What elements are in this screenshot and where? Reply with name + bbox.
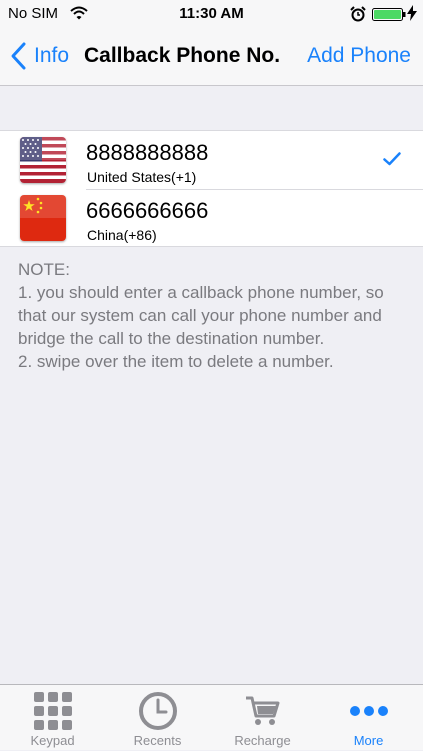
cart-icon — [210, 690, 315, 732]
note-line-1: 1. you should enter a callback phone num… — [18, 283, 389, 348]
phone-list: 8888888888 United States(+1) 6666666666 … — [0, 130, 423, 247]
tab-bar: Keypad Recents Recharge More — [0, 684, 423, 750]
status-bar: No SIM 11:30 AM — [0, 0, 423, 28]
phone-country: China(+86) — [87, 227, 157, 243]
note-text: NOTE: 1. you should enter a callback pho… — [18, 258, 413, 373]
phone-number: 6666666666 — [86, 198, 209, 223]
china-flag-icon — [20, 195, 66, 241]
keypad-icon — [0, 690, 105, 732]
navigation-bar: Info Callback Phone No. Add Phone — [0, 28, 423, 86]
top-bar: No SIM 11:30 AM Info Callback Phone No. … — [0, 0, 423, 86]
tab-recharge-label: Recharge — [234, 733, 291, 748]
note-line-2: 2. swipe over the item to delete a numbe… — [18, 352, 334, 371]
checkmark-icon — [383, 152, 401, 171]
page-title: Callback Phone No. — [84, 44, 281, 67]
tab-recharge[interactable]: Recharge — [210, 685, 315, 751]
tab-keypad[interactable]: Keypad — [0, 685, 105, 751]
alarm-clock-icon — [350, 6, 366, 27]
back-button[interactable]: Info — [10, 41, 69, 71]
us-flag-icon — [20, 137, 66, 183]
note-title: NOTE: — [18, 260, 70, 279]
phone-list-item[interactable]: 8888888888 United States(+1) — [0, 131, 423, 190]
back-button-label: Info — [34, 44, 70, 67]
tab-more-label: More — [353, 733, 384, 748]
clock-icon — [105, 690, 210, 732]
phone-number: 8888888888 — [86, 140, 209, 165]
phone-list-item[interactable]: 6666666666 China(+86) — [0, 189, 423, 247]
tab-recents-label: Recents — [133, 733, 182, 748]
tab-keypad-label: Keypad — [30, 733, 75, 748]
tab-more[interactable]: More — [316, 685, 421, 751]
more-icon — [316, 690, 421, 732]
tab-recents[interactable]: Recents — [105, 685, 210, 751]
chevron-left-icon — [10, 41, 28, 71]
charging-bolt-icon — [407, 5, 417, 26]
add-phone-button[interactable]: Add Phone — [307, 44, 411, 68]
phone-country: United States(+1) — [87, 169, 197, 185]
battery-icon — [372, 8, 406, 26]
